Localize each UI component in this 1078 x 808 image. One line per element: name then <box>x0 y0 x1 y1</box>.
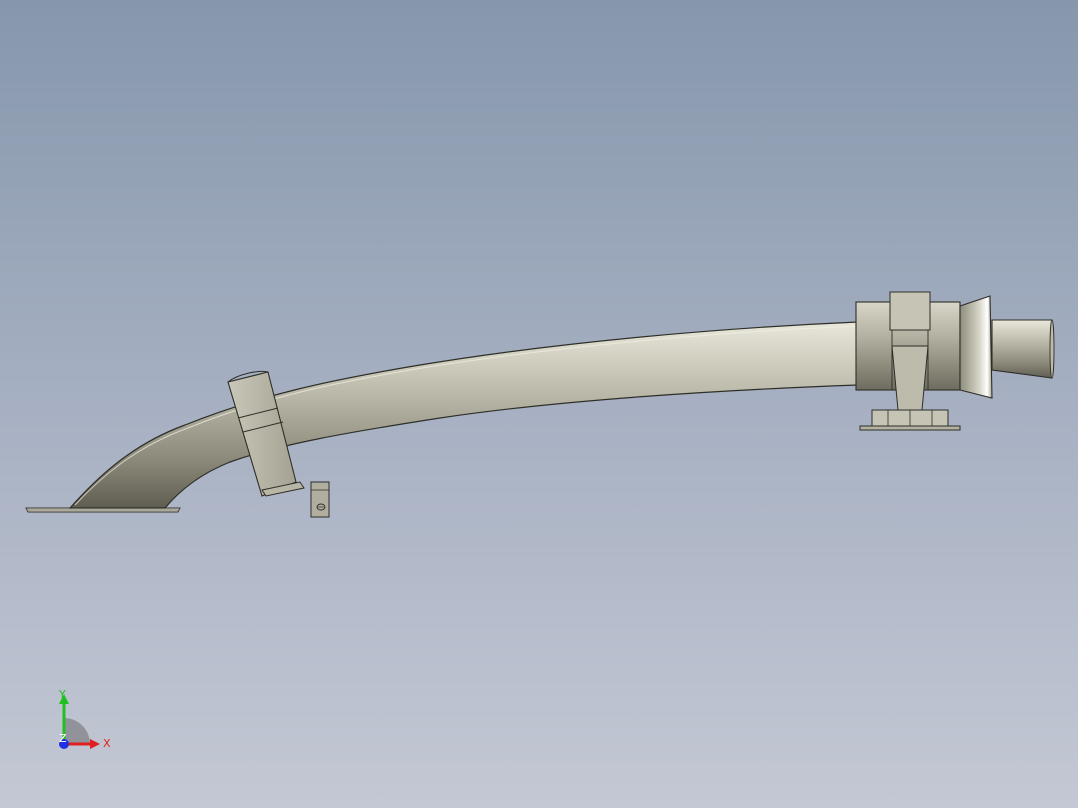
model-canvas[interactable] <box>0 0 1078 808</box>
pipe-body[interactable] <box>68 321 859 509</box>
axis-triad: Y X Z <box>58 688 111 750</box>
cad-viewport[interactable]: Y X Z <box>0 0 1078 808</box>
z-axis-label: Z <box>59 732 67 745</box>
flange-right[interactable] <box>859 409 961 431</box>
x-axis-label: X <box>103 737 111 750</box>
bracket-left[interactable] <box>310 481 330 518</box>
triad-rotation-arc <box>64 718 90 744</box>
coupling-right[interactable] <box>855 291 993 411</box>
y-axis-label: Y <box>58 688 66 701</box>
pipe-end[interactable] <box>991 319 1055 379</box>
